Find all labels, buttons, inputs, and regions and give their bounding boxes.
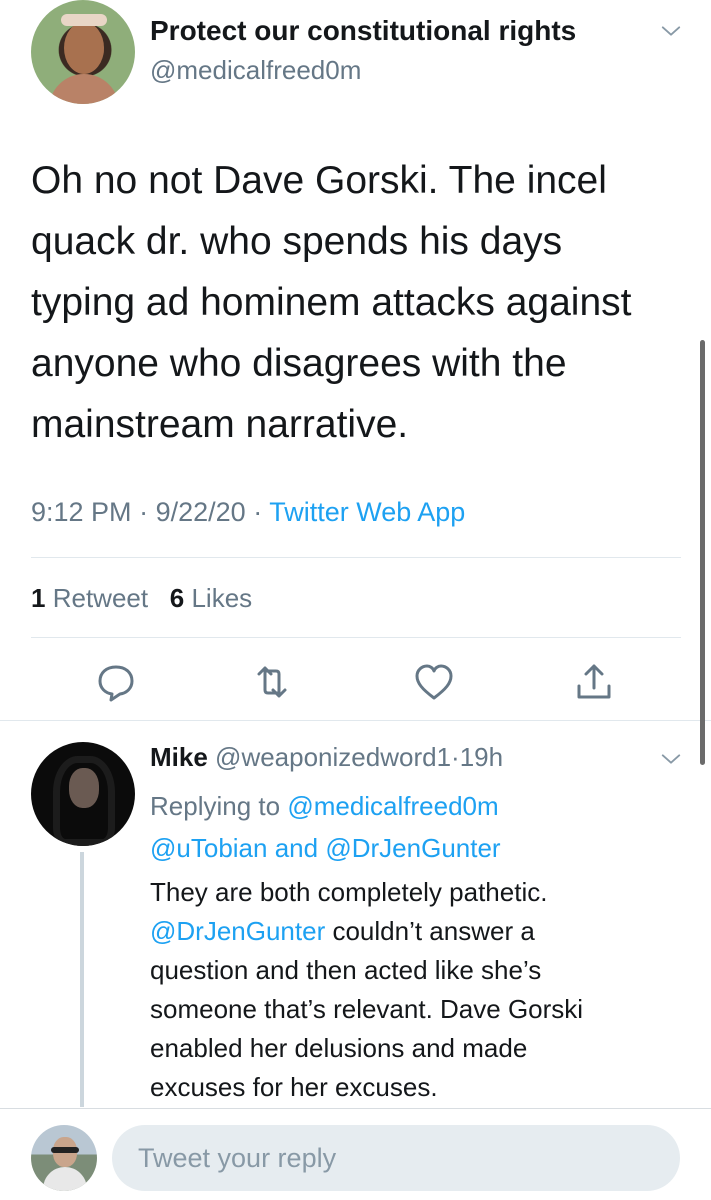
- reply-text-line: excuses for her excuses.: [150, 1072, 438, 1102]
- tweet-text: Oh no not Dave Gorski. The incel quack d…: [31, 150, 681, 455]
- chevron-down-icon[interactable]: [660, 20, 682, 42]
- reply-text: They are both completely pathetic. @DrJe…: [150, 873, 670, 1107]
- tweet-text-line: anyone who disagrees with the: [31, 342, 567, 385]
- replying-and: and: [274, 833, 319, 863]
- reply-text-fragment: couldn’t answer a: [325, 916, 535, 946]
- reply-author-avatar[interactable]: [31, 742, 135, 846]
- likes-link[interactable]: 6 Likes: [170, 583, 252, 613]
- divider: [31, 637, 681, 638]
- replying-to: Replying to @medicalfreed0m @uTobian and…: [150, 785, 690, 869]
- author-avatar[interactable]: [31, 0, 135, 104]
- avatar-shoulder: [49, 74, 119, 104]
- like-count: 6: [169, 583, 185, 613]
- avatar-face: [64, 22, 104, 74]
- reply-text-line: question and then acted like she’s: [150, 955, 542, 985]
- like-label: Likes: [191, 583, 253, 613]
- mention-link[interactable]: @uTobian: [150, 833, 267, 863]
- avatar-face: [69, 768, 99, 808]
- mention-link[interactable]: @DrJenGunter: [150, 916, 325, 946]
- share-icon[interactable]: [572, 660, 616, 704]
- composer-divider: [0, 1108, 711, 1109]
- mention-link[interactable]: @medicalfreed0m: [287, 791, 498, 821]
- my-avatar: [31, 1125, 97, 1191]
- reply-author-handle[interactable]: @weaponizedword1: [215, 742, 451, 772]
- meta-separator: ·: [253, 497, 263, 527]
- retweet-icon[interactable]: [250, 660, 294, 704]
- tweet-date: 9/22/20: [155, 497, 246, 527]
- reply-header: Mike @weaponizedword1·19h: [150, 742, 503, 773]
- avatar-headband: [61, 14, 107, 26]
- avatar-body: [43, 1167, 87, 1191]
- reply-icon[interactable]: [94, 660, 138, 704]
- thread-line: [80, 852, 84, 1107]
- tweet-text-line: Oh no not Dave Gorski. The incel: [31, 159, 607, 202]
- retweet-count: 1: [31, 583, 46, 613]
- tweet-time: 9:12 PM: [31, 497, 132, 527]
- chevron-down-icon[interactable]: [660, 748, 682, 770]
- reply-text-line: They are both completely pathetic.: [150, 877, 548, 907]
- replying-to-label: Replying to: [150, 791, 281, 821]
- reply-author-name[interactable]: Mike: [150, 742, 208, 772]
- tweet-text-line: quack dr. who spends his days: [31, 220, 563, 263]
- scrollbar[interactable]: [700, 340, 705, 765]
- reply-age[interactable]: 19h: [460, 742, 503, 772]
- reply-text-line: @DrJenGunter couldn’t answer a: [150, 912, 670, 951]
- divider: [31, 557, 681, 558]
- retweet-label: Retweet: [52, 583, 149, 613]
- tweet-meta: 9:12 PM · 9/22/20 · Twitter Web App: [31, 497, 465, 528]
- meta-separator: ·: [139, 497, 149, 527]
- tweet-source-link[interactable]: Twitter Web App: [269, 497, 465, 527]
- tweet-text-line: typing ad hominem attacks against: [31, 281, 632, 324]
- reply-text-line: someone that’s relevant. Dave Gorski: [150, 994, 584, 1024]
- author-display-name[interactable]: Protect our constitutional rights: [150, 15, 576, 47]
- retweets-link[interactable]: 1 Retweet: [31, 583, 148, 613]
- meta-separator: ·: [451, 742, 460, 772]
- avatar-glasses: [51, 1147, 79, 1153]
- heart-icon[interactable]: [412, 660, 456, 704]
- divider: [0, 720, 711, 721]
- mention-link[interactable]: @DrJenGunter: [325, 833, 500, 863]
- author-handle[interactable]: @medicalfreed0m: [150, 55, 361, 86]
- tweet-text-line: mainstream narrative.: [31, 403, 409, 446]
- reply-input[interactable]: Tweet your reply: [112, 1125, 680, 1191]
- tweet-stats: 1 Retweet 6 Likes: [31, 583, 252, 614]
- reply-text-line: enabled her delusions and made: [150, 1033, 528, 1063]
